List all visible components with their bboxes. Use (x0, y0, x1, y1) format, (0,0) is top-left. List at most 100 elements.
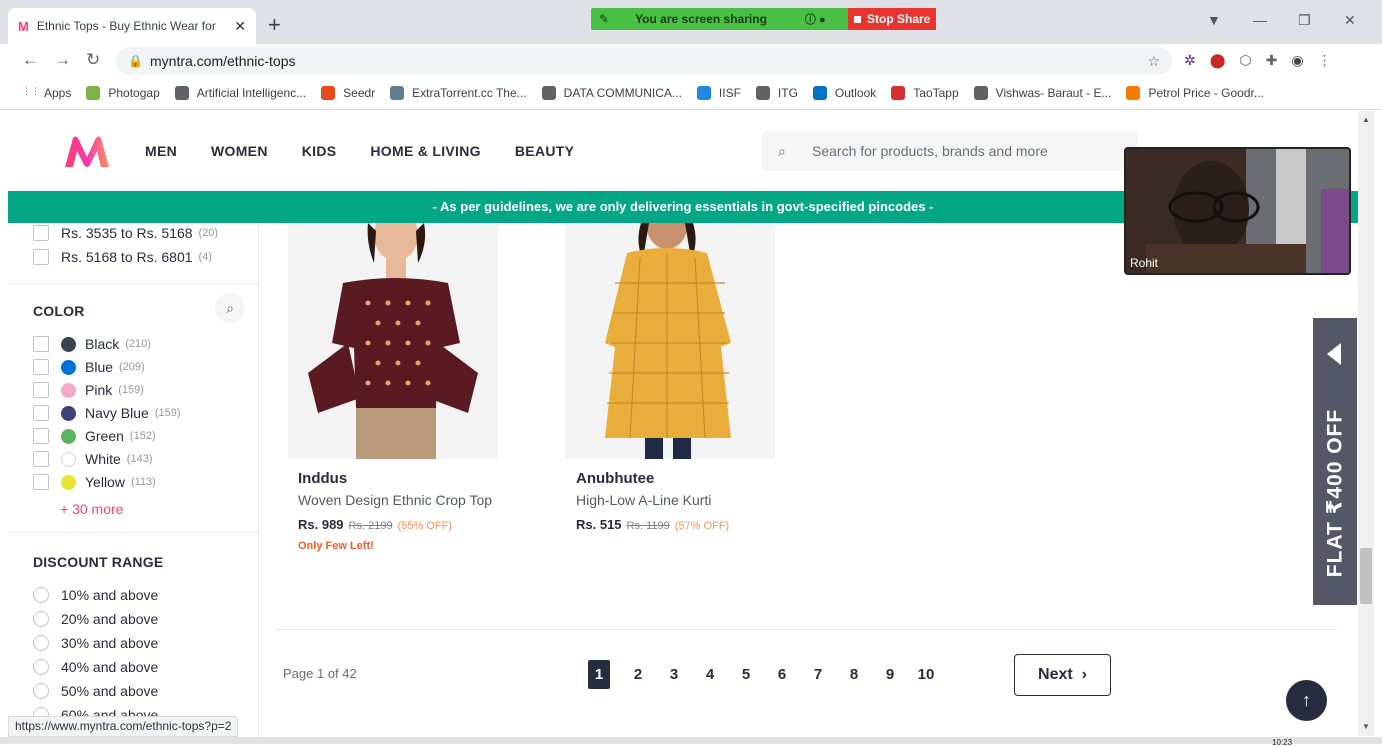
color-filter-option[interactable]: Blue (209) (33, 359, 145, 375)
back-icon[interactable]: ← (22, 50, 39, 70)
checkbox[interactable] (33, 336, 49, 352)
bookmark-item[interactable]: Outlook (812, 85, 876, 100)
checkbox[interactable] (33, 451, 49, 467)
apps-grid-icon: ⋮⋮ (22, 85, 40, 96)
product-name[interactable]: Woven Design Ethnic Crop Top (298, 492, 492, 508)
bookmark-item[interactable]: Seedr (321, 85, 375, 100)
more-menu-icon[interactable]: ⋮ (1318, 52, 1332, 69)
page-number[interactable]: 3 (656, 660, 692, 689)
profile-avatar-icon[interactable]: ◉ (1291, 52, 1303, 69)
bookmark-item[interactable]: ITG (755, 85, 798, 100)
nav-menu-item[interactable]: KIDS (302, 143, 337, 159)
adblock-icon[interactable]: ⬤ (1210, 52, 1226, 69)
scroll-up-icon[interactable]: ▲ (1362, 115, 1370, 124)
video-call-tile[interactable]: Rohit (1124, 147, 1351, 275)
bookmark-item[interactable]: Vishwas- Baraut - E... (973, 85, 1111, 100)
color-filter-option[interactable]: Yellow (113) (33, 474, 156, 490)
nav-menu-item[interactable]: BEAUTY (515, 143, 574, 159)
price: Rs. 989 (298, 517, 344, 532)
price-filter-option[interactable]: Rs. 5168 to Rs. 6801 (4) (33, 249, 212, 265)
cube-extension-icon[interactable]: ⬡ (1239, 52, 1251, 69)
close-tab-icon[interactable]: ✕ (234, 18, 246, 35)
product-brand[interactable]: Anubhutee (576, 470, 654, 487)
lock-icon[interactable]: 🔒 (128, 47, 143, 75)
radio-button[interactable] (33, 683, 49, 699)
browser-tab[interactable]: M Ethnic Tops - Buy Ethnic Wear for ✕ (8, 8, 256, 44)
discount-filter-option[interactable]: 10% and above (33, 587, 158, 603)
search-input[interactable]: ⌕ Search for products, brands and more (762, 131, 1138, 171)
forward-icon[interactable]: → (54, 50, 71, 70)
info-icon[interactable]: ⓘ ● (805, 11, 826, 27)
bookmark-item[interactable]: ExtraTorrent.cc The... (390, 85, 527, 100)
bookmark-item[interactable]: IISF (696, 85, 741, 100)
profile-dropdown-icon[interactable]: ▼ (1207, 12, 1221, 28)
product-name[interactable]: High-Low A-Line Kurti (576, 492, 711, 508)
product-image[interactable] (565, 223, 775, 459)
page-number[interactable]: 4 (692, 660, 728, 689)
checkbox[interactable] (33, 225, 49, 241)
page-number[interactable]: 9 (872, 660, 908, 689)
expand-arrow-icon[interactable] (1327, 343, 1341, 365)
myntra-logo[interactable] (63, 135, 111, 169)
bookmark-item[interactable]: Photogap (86, 85, 160, 100)
pin-icon[interactable]: ✎ (599, 12, 609, 26)
bookmark-star-icon[interactable]: ☆ (1147, 47, 1160, 75)
promo-flyout[interactable]: FLAT ₹400 OFF (1313, 318, 1357, 605)
scroll-down-icon[interactable]: ▼ (1362, 722, 1370, 731)
puzzle-icon[interactable]: ✚ (1266, 52, 1278, 69)
discount-filter-option[interactable]: 40% and above (33, 659, 158, 675)
more-colors-link[interactable]: + 30 more (60, 501, 123, 517)
page-number[interactable]: 8 (836, 660, 872, 689)
product-brand[interactable]: Inddus (298, 470, 347, 487)
checkbox[interactable] (33, 405, 49, 421)
page-number[interactable]: 6 (764, 660, 800, 689)
color-filter-option[interactable]: White (143) (33, 451, 152, 467)
checkbox[interactable] (33, 474, 49, 490)
price-filter-option[interactable]: Rs. 3535 to Rs. 5168 (20) (33, 225, 218, 241)
new-tab-icon[interactable]: + (268, 12, 281, 38)
color-filter-option[interactable]: Green (152) (33, 428, 156, 444)
checkbox[interactable] (33, 428, 49, 444)
divider (8, 283, 259, 284)
restore-icon[interactable]: ❐ (1298, 12, 1311, 29)
scrollbar-thumb[interactable] (1360, 548, 1372, 604)
radio-button[interactable] (33, 635, 49, 651)
discount-filter-option[interactable]: 50% and above (33, 683, 158, 699)
checkbox[interactable] (33, 359, 49, 375)
page-number[interactable]: 1 (588, 660, 610, 689)
bookmark-item[interactable]: DATA COMMUNICA... (541, 85, 682, 100)
nav-menu-item[interactable]: WOMEN (211, 143, 268, 159)
extension-icon[interactable]: ✲ (1184, 52, 1196, 69)
radio-button[interactable] (33, 587, 49, 603)
discount-filter-option[interactable]: 30% and above (33, 635, 158, 651)
nav-menu-item[interactable]: MEN (145, 143, 177, 159)
url-input[interactable]: 🔒 myntra.com/ethnic-tops ☆ (116, 47, 1172, 75)
bookmark-item[interactable]: TaoTapp (891, 85, 959, 100)
color-search-icon[interactable]: ⌕ (215, 293, 245, 323)
discount-filter-option[interactable]: 20% and above (33, 611, 158, 627)
page-number[interactable]: 5 (728, 660, 764, 689)
page-number[interactable]: 2 (620, 660, 656, 689)
bookmark-item[interactable]: Artificial Intelligenc... (174, 85, 306, 100)
page-scrollbar[interactable]: ▲ ▼ (1358, 111, 1374, 736)
close-window-icon[interactable]: ✕ (1344, 12, 1356, 29)
bookmark-item[interactable]: Petrol Price - Goodr... (1126, 85, 1264, 100)
product-image[interactable] (288, 223, 498, 459)
scroll-to-top-button[interactable]: ↑ (1286, 680, 1327, 721)
color-filter-option[interactable]: Navy Blue (159) (33, 405, 181, 421)
page-number[interactable]: 7 (800, 660, 836, 689)
stop-share-button[interactable]: Stop Share (848, 8, 936, 30)
color-filter-option[interactable]: Black (210) (33, 336, 151, 352)
reload-icon[interactable]: ↻ (86, 50, 100, 70)
minimize-icon[interactable]: — (1253, 12, 1267, 28)
next-page-button[interactable]: Next › (1014, 654, 1111, 696)
page-number[interactable]: 10 (908, 660, 944, 689)
radio-button[interactable] (33, 611, 49, 627)
nav-menu-item[interactable]: HOME & LIVING (370, 143, 480, 159)
color-filter-option[interactable]: Pink (159) (33, 382, 144, 398)
bookmark-item[interactable]: ⋮⋮ Apps (22, 86, 71, 100)
checkbox[interactable] (33, 382, 49, 398)
radio-button[interactable] (33, 659, 49, 675)
color-swatch (61, 474, 76, 490)
checkbox[interactable] (33, 249, 49, 265)
